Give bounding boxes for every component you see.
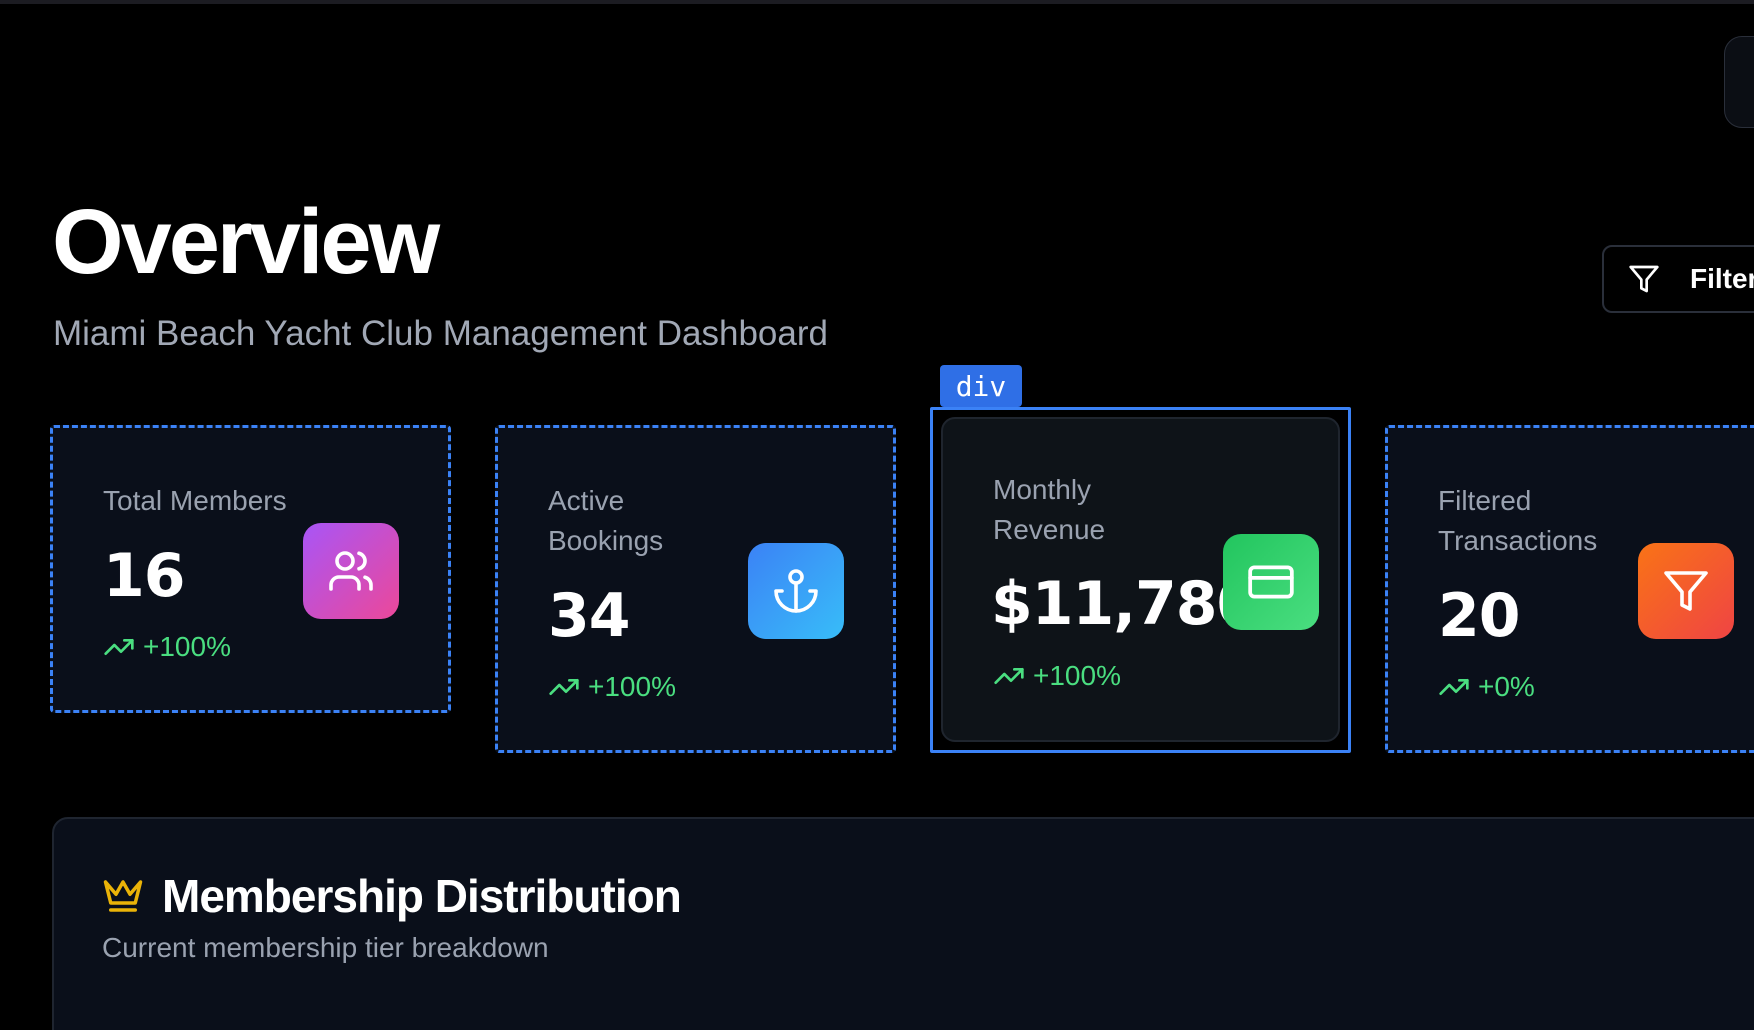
stat-label-line2: Transactions (1438, 525, 1598, 556)
stat-card-monthly-revenue[interactable]: Monthly Revenue $11,780 +100% (930, 407, 1351, 753)
stat-value: 16 (103, 541, 185, 611)
trending-up-icon (104, 639, 134, 655)
stat-change: +100% (588, 671, 676, 702)
trending-up-icon (1439, 679, 1469, 695)
stat-card-total-members[interactable]: Total Members 16 +100% (50, 425, 451, 713)
filter-button-label: Filter (1690, 263, 1754, 294)
stat-trend: +0% (1438, 671, 1535, 703)
stat-change: +100% (143, 631, 231, 662)
panel-title: Membership Distribution (162, 870, 682, 922)
filter-button[interactable]: Filter (1602, 245, 1754, 313)
stat-trend: +100% (993, 660, 1121, 692)
top-right-button[interactable] (1724, 36, 1754, 128)
stat-card-active-bookings[interactable]: Active Bookings 34 +100% (495, 425, 896, 753)
crown-icon (103, 880, 143, 912)
stat-value: 34 (548, 581, 630, 651)
trending-up-icon (994, 668, 1024, 684)
users-icon (329, 551, 373, 591)
panel-subtitle: Current membership tier breakdown (102, 932, 549, 963)
filter-icon (1664, 571, 1708, 611)
anchor-icon (774, 569, 818, 613)
anchor-icon-badge (748, 543, 844, 639)
credit-card-icon-badge (1223, 534, 1319, 630)
stat-label-line1: Filtered (1438, 485, 1532, 516)
stat-card-body: Monthly Revenue $11,780 +100% (941, 417, 1340, 742)
stat-change: +0% (1478, 671, 1535, 702)
filter-icon (1629, 265, 1659, 293)
stat-value: $11,780 (991, 569, 1258, 639)
inspector-element-tag: div (940, 365, 1022, 407)
stat-trend: +100% (103, 631, 231, 663)
window-top-border (0, 0, 1754, 4)
page-subtitle: Miami Beach Yacht Club Management Dashbo… (53, 314, 828, 353)
membership-distribution-panel: Membership Distribution Current membersh… (52, 817, 1754, 1030)
users-icon-badge (303, 523, 399, 619)
stat-value: 20 (1438, 581, 1520, 651)
filter-icon-badge (1638, 543, 1734, 639)
stat-label-line1: Active (548, 485, 625, 516)
stat-label-line2: Revenue (993, 514, 1106, 545)
stat-card-filtered-transactions[interactable]: Filtered Transactions 20 +0% (1385, 425, 1754, 753)
stat-label-line1: Monthly (993, 474, 1092, 505)
trending-up-icon (549, 679, 579, 695)
stat-label-line2: Bookings (548, 525, 664, 556)
stat-change: +100% (1033, 660, 1121, 691)
stat-label: Total Members (103, 485, 287, 516)
dashboard-screen: Overview Miami Beach Yacht Club Manageme… (0, 0, 1754, 1030)
stat-trend: +100% (548, 671, 676, 703)
page-title: Overview (52, 191, 440, 293)
credit-card-icon (1248, 565, 1294, 599)
panel-header: Membership Distribution (102, 869, 682, 923)
